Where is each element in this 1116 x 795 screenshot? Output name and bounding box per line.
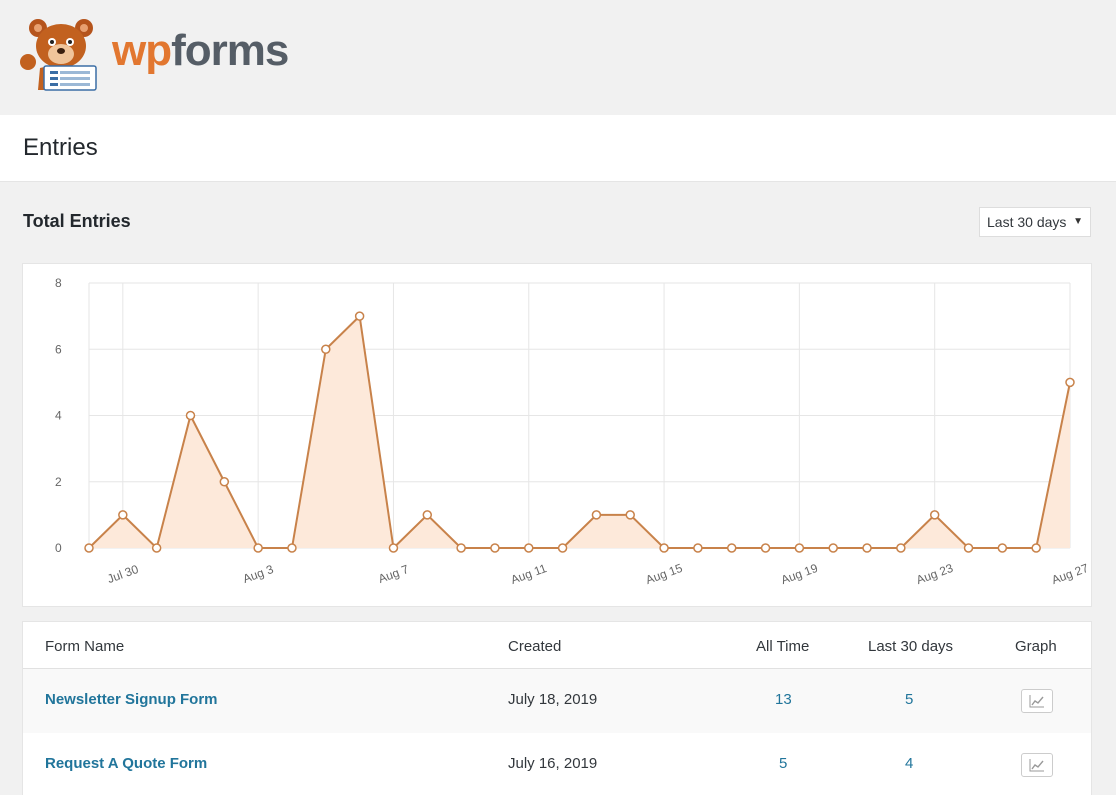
data-point[interactable] — [388, 543, 399, 553]
data-point[interactable] — [321, 344, 331, 354]
data-point[interactable] — [963, 543, 974, 553]
wpforms-logo[interactable]: wpforms — [18, 16, 289, 92]
logo-wordmark: wpforms — [112, 26, 289, 76]
entries-chart-svg: 0 2 4 6 8 Jul 30 Aug 3 Aug 7 Aug 11 Aug 15 Aug 19 A… — [55, 276, 1091, 587]
data-point[interactable] — [287, 543, 297, 553]
data-point[interactable] — [84, 543, 94, 553]
last-30-count[interactable]: 5 — [905, 691, 913, 708]
data-point[interactable] — [997, 543, 1008, 553]
header: wpforms — [0, 0, 1116, 115]
data-point[interactable] — [490, 543, 500, 553]
header-created[interactable]: Created — [508, 638, 561, 655]
data-point[interactable] — [659, 543, 669, 553]
created-date: July 16, 2019 — [508, 755, 598, 772]
table-header: Form Name Created All Time Last 30 days … — [23, 622, 1091, 669]
header-last-30-days[interactable]: Last 30 days — [868, 638, 953, 655]
form-name-link[interactable]: Newsletter Signup Form — [45, 691, 218, 708]
chart-icon — [1029, 695, 1044, 708]
data-point[interactable] — [524, 543, 534, 553]
data-point[interactable] — [896, 543, 906, 553]
x-tick-label: Aug 7 — [376, 562, 411, 586]
data-point[interactable] — [456, 543, 466, 553]
data-point[interactable] — [557, 543, 568, 553]
data-point[interactable] — [591, 510, 602, 520]
data-point[interactable] — [253, 543, 263, 553]
forms-table: Form Name Created All Time Last 30 days … — [22, 621, 1092, 795]
chart-section-title: Total Entries — [23, 211, 131, 231]
graph-button[interactable] — [1021, 689, 1053, 713]
entries-chart: 0 2 4 6 8 Jul 30 Aug 3 Aug 7 Aug 11 Aug 15 Aug 19 A… — [22, 263, 1092, 607]
x-tick-label: Aug 15 — [644, 561, 685, 587]
header-form-name[interactable]: Form Name — [45, 638, 124, 655]
data-point[interactable] — [794, 543, 805, 553]
data-point[interactable] — [828, 543, 838, 553]
data-point[interactable] — [422, 510, 433, 520]
y-tick-label: 0 — [55, 541, 62, 555]
y-tick-label: 4 — [55, 409, 62, 423]
data-point[interactable] — [862, 543, 872, 553]
graph-button[interactable] — [1021, 753, 1053, 777]
y-tick-label: 6 — [55, 342, 62, 356]
x-tick-label: Aug 27 — [1050, 561, 1091, 587]
data-point[interactable] — [118, 510, 128, 520]
data-point[interactable] — [1031, 543, 1041, 553]
data-point[interactable] — [354, 311, 365, 321]
data-point[interactable] — [1065, 377, 1075, 388]
created-date: July 18, 2019 — [508, 691, 598, 708]
data-point[interactable] — [760, 543, 771, 553]
caret-down-icon: ▼ — [1073, 216, 1083, 227]
data-point[interactable] — [693, 543, 703, 553]
data-point[interactable] — [185, 410, 196, 421]
header-all-time[interactable]: All Time — [756, 638, 809, 655]
header-graph: Graph — [1015, 638, 1057, 655]
x-tick-label: Aug 3 — [241, 562, 276, 586]
logo-forms-text: forms — [171, 26, 289, 75]
last-30-count[interactable]: 4 — [905, 755, 913, 772]
x-tick-label: Aug 19 — [779, 561, 820, 587]
all-time-count[interactable]: 5 — [779, 755, 787, 772]
data-point[interactable] — [151, 543, 162, 553]
data-point[interactable] — [625, 510, 635, 520]
all-time-count[interactable]: 13 — [775, 691, 792, 708]
table-row: Request A Quote Form July 16, 2019 5 4 — [23, 733, 1091, 795]
table-row: Newsletter Signup Form July 18, 2019 13 … — [23, 669, 1091, 733]
y-tick-label: 8 — [55, 276, 62, 290]
x-tick-label: Aug 23 — [914, 561, 955, 587]
page-title-bar: Entries — [0, 115, 1116, 182]
form-name-link[interactable]: Request A Quote Form — [45, 755, 207, 772]
data-point[interactable] — [219, 477, 230, 487]
x-tick-label: Jul 30 — [105, 562, 140, 586]
date-range-select[interactable]: Last 30 days ▼ — [979, 207, 1091, 237]
data-point[interactable] — [929, 510, 940, 520]
series-area — [89, 316, 1070, 548]
date-range-value: Last 30 days — [987, 214, 1067, 230]
page-title: Entries — [23, 134, 98, 161]
logo-wp-text: wp — [112, 26, 172, 75]
x-tick-label: Aug 11 — [509, 561, 549, 587]
data-point[interactable] — [726, 543, 737, 553]
bear-mascot-icon — [20, 19, 97, 91]
y-tick-label: 2 — [55, 475, 62, 489]
chart-icon — [1029, 759, 1044, 772]
